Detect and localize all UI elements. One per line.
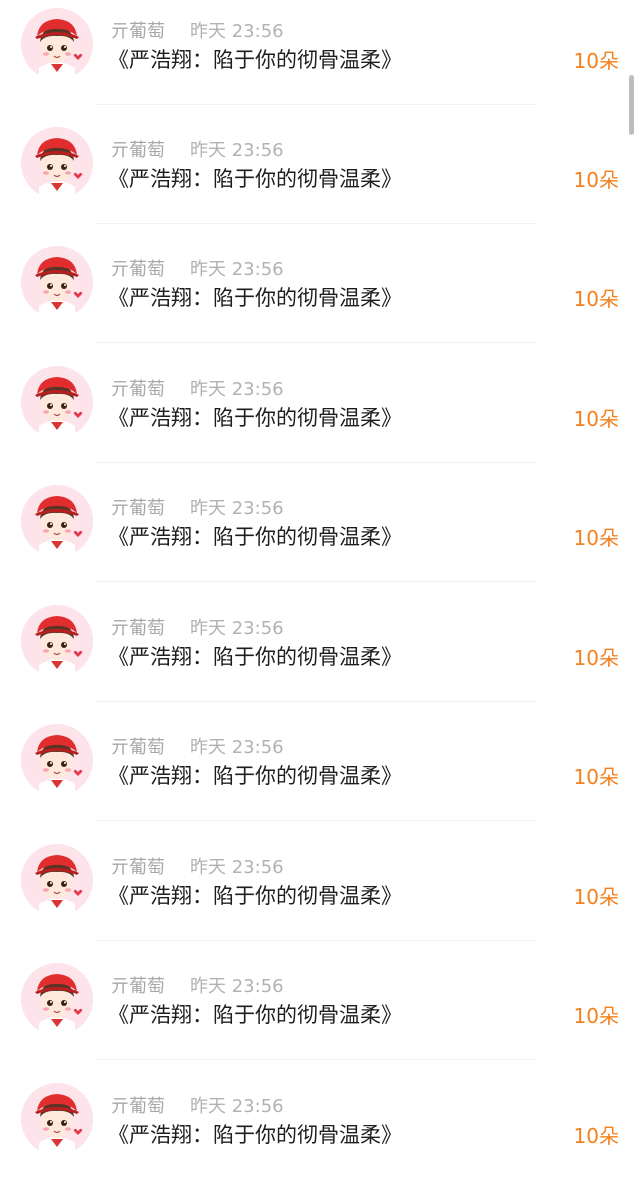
flower-amount: 10朵 [573,168,619,192]
list-item[interactable]: 亓葡萄 昨天 23:56 《严浩翔：陷于你的彻骨温柔》 10朵 [0,955,640,1074]
avatar[interactable] [21,844,93,916]
scrollbar[interactable] [629,75,634,135]
divider [96,104,536,105]
cartoon-avatar-icon [21,485,93,557]
avatar[interactable] [21,366,93,438]
sender-name[interactable]: 亓葡萄 [111,1096,165,1118]
sender-name[interactable]: 亓葡萄 [111,498,165,520]
avatar[interactable] [21,724,93,796]
work-title[interactable]: 《严浩翔：陷于你的彻骨温柔》 [108,643,402,671]
timestamp: 昨天 23:56 [190,737,284,758]
cartoon-avatar-icon [21,127,93,199]
timestamp: 昨天 23:56 [190,498,284,519]
sender-name[interactable]: 亓葡萄 [111,737,165,759]
timestamp: 昨天 23:56 [190,379,284,400]
sender-name[interactable]: 亓葡萄 [111,259,165,281]
flower-amount: 10朵 [573,49,619,73]
work-title[interactable]: 《严浩翔：陷于你的彻骨温柔》 [108,46,402,74]
flower-amount: 10朵 [573,526,619,550]
list-item[interactable]: 亓葡萄 昨天 23:56 《严浩翔：陷于你的彻骨温柔》 10朵 [0,477,640,596]
list-item[interactable]: 亓葡萄 昨天 23:56 《严浩翔：陷于你的彻骨温柔》 10朵 [0,0,640,119]
cartoon-avatar-icon [21,724,93,796]
timestamp: 昨天 23:56 [190,21,284,42]
divider [96,223,536,224]
sender-name[interactable]: 亓葡萄 [111,140,165,162]
sender-name[interactable]: 亓葡萄 [111,618,165,640]
cartoon-avatar-icon [21,1083,93,1155]
timestamp: 昨天 23:56 [190,259,284,280]
list-item[interactable]: 亓葡萄 昨天 23:56 《严浩翔：陷于你的彻骨温柔》 10朵 [0,716,640,835]
work-title[interactable]: 《严浩翔：陷于你的彻骨温柔》 [108,1121,402,1149]
sender-name[interactable]: 亓葡萄 [111,379,165,401]
avatar[interactable] [21,246,93,318]
avatar[interactable] [21,605,93,677]
flower-amount: 10朵 [573,646,619,670]
list-item[interactable]: 亓葡萄 昨天 23:56 《严浩翔：陷于你的彻骨温柔》 10朵 [0,1075,640,1194]
timestamp: 昨天 23:56 [190,976,284,997]
sender-name[interactable]: 亓葡萄 [111,21,165,43]
work-title[interactable]: 《严浩翔：陷于你的彻骨温柔》 [108,284,402,312]
work-title[interactable]: 《严浩翔：陷于你的彻骨温柔》 [108,165,402,193]
list-item[interactable]: 亓葡萄 昨天 23:56 《严浩翔：陷于你的彻骨温柔》 10朵 [0,358,640,477]
list-item[interactable]: 亓葡萄 昨天 23:56 《严浩翔：陷于你的彻骨温柔》 10朵 [0,597,640,716]
timestamp: 昨天 23:56 [190,140,284,161]
flower-amount: 10朵 [573,407,619,431]
cartoon-avatar-icon [21,366,93,438]
divider [96,1059,536,1060]
cartoon-avatar-icon [21,8,93,80]
cartoon-avatar-icon [21,605,93,677]
divider [96,462,536,463]
sender-name[interactable]: 亓葡萄 [111,976,165,998]
work-title[interactable]: 《严浩翔：陷于你的彻骨温柔》 [108,523,402,551]
cartoon-avatar-icon [21,844,93,916]
flower-amount: 10朵 [573,1004,619,1028]
sender-name[interactable]: 亓葡萄 [111,857,165,879]
timestamp: 昨天 23:56 [190,1096,284,1117]
cartoon-avatar-icon [21,963,93,1035]
avatar[interactable] [21,127,93,199]
work-title[interactable]: 《严浩翔：陷于你的彻骨温柔》 [108,1001,402,1029]
divider [96,701,536,702]
timestamp: 昨天 23:56 [190,857,284,878]
work-title[interactable]: 《严浩翔：陷于你的彻骨温柔》 [108,762,402,790]
divider [96,342,536,343]
flower-amount: 10朵 [573,287,619,311]
work-title[interactable]: 《严浩翔：陷于你的彻骨温柔》 [108,882,402,910]
flower-amount: 10朵 [573,885,619,909]
divider [96,940,536,941]
timestamp: 昨天 23:56 [190,618,284,639]
avatar[interactable] [21,1083,93,1155]
avatar[interactable] [21,963,93,1035]
divider [96,820,536,821]
list-item[interactable]: 亓葡萄 昨天 23:56 《严浩翔：陷于你的彻骨温柔》 10朵 [0,238,640,357]
avatar[interactable] [21,485,93,557]
flower-amount: 10朵 [573,1124,619,1148]
cartoon-avatar-icon [21,246,93,318]
work-title[interactable]: 《严浩翔：陷于你的彻骨温柔》 [108,404,402,432]
divider [96,581,536,582]
list-item[interactable]: 亓葡萄 昨天 23:56 《严浩翔：陷于你的彻骨温柔》 10朵 [0,836,640,955]
flower-amount: 10朵 [573,765,619,789]
avatar[interactable] [21,8,93,80]
list-item[interactable]: 亓葡萄 昨天 23:56 《严浩翔：陷于你的彻骨温柔》 10朵 [0,119,640,238]
